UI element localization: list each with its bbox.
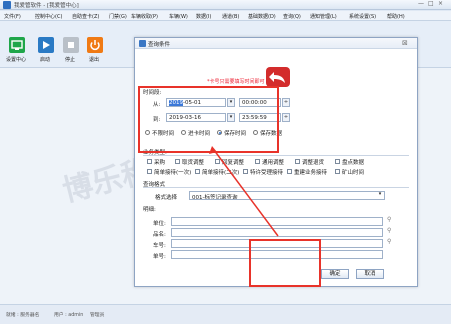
status-item: 用户 : admin (54, 313, 84, 318)
status-item: 就绪 : 服务器名 (6, 313, 40, 318)
status-bar: 就绪 : 服务器名 用户 : admin 管理员 (0, 304, 451, 324)
status-item: 管理员 (90, 313, 105, 318)
annotation-arrow (209, 146, 279, 237)
